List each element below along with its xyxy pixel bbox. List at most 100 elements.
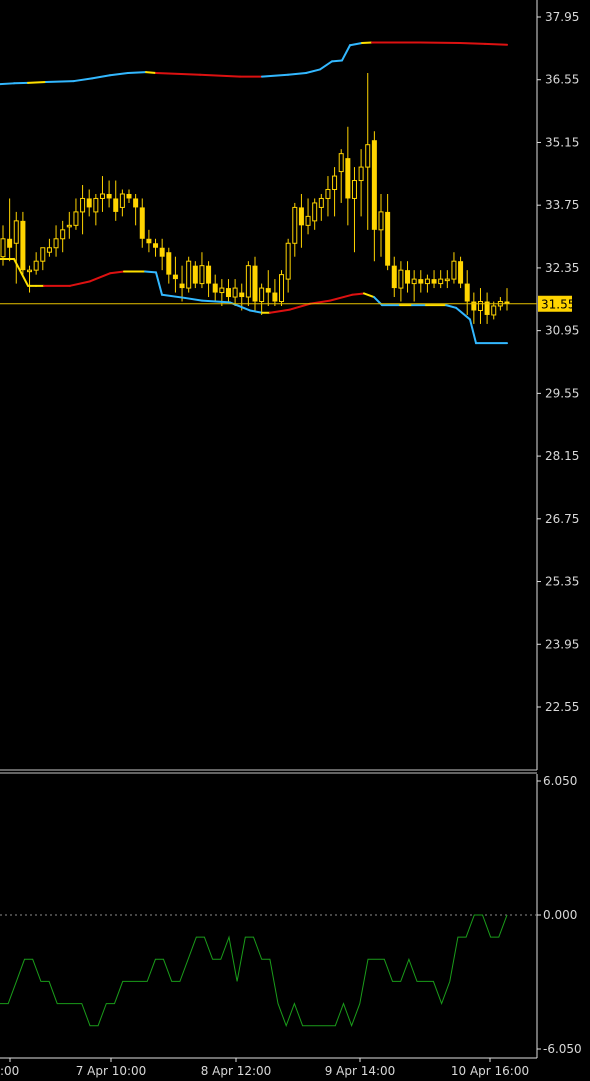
candle-body-bullish: [358, 166, 364, 182]
candle: [139, 198, 145, 248]
candle: [186, 256, 192, 293]
candle: [365, 73, 371, 230]
candle: [20, 211, 26, 275]
upper-band-segment: [349, 41, 363, 47]
candle-body-bullish: [33, 260, 39, 271]
candle: [378, 193, 384, 257]
lower-band-segment: [89, 272, 111, 283]
candle-body-bullish: [325, 189, 331, 199]
price-tick-label: 30.95: [545, 324, 579, 338]
candle-body-bearish: [7, 238, 13, 248]
candle: [471, 292, 477, 324]
candle: [40, 247, 46, 271]
upper-band-segment: [91, 74, 111, 80]
candle-body-bearish: [345, 158, 351, 199]
upper-band-segment: [331, 59, 343, 63]
candle-body-bearish: [146, 238, 152, 244]
candle-body-bullish: [444, 278, 450, 282]
candle-body-bearish: [471, 301, 477, 311]
candle: [458, 256, 464, 289]
candle: [438, 270, 444, 289]
chart-canvas: 37.95 36.55 35.15 33.75 32.35 30.95 29.55 28.15…: [0, 0, 582, 1078]
lower-band-segment: [445, 304, 457, 309]
candle-body-bullish: [186, 260, 192, 289]
candle: [159, 238, 165, 271]
candle: [371, 131, 377, 262]
price-tick-label: 33.75: [545, 198, 579, 212]
price-tick-label: 22.55: [545, 700, 579, 714]
candle: [206, 261, 212, 298]
upper-band-segment: [199, 73, 241, 78]
candle: [192, 261, 198, 289]
candle-body-bearish: [179, 283, 185, 289]
candle-body-bullish: [73, 211, 79, 226]
upper-band-segment: [484, 42, 508, 46]
price-tick-label: 26.75: [545, 512, 579, 526]
candle: [325, 176, 331, 217]
price-tick-label: 28.15: [545, 449, 579, 463]
candle: [106, 180, 112, 208]
candle-body-bearish: [265, 288, 271, 293]
candle: [86, 189, 92, 217]
candle: [73, 198, 79, 230]
candle: [398, 261, 404, 302]
candle-body-bullish: [245, 265, 251, 298]
candle-body-bearish: [159, 247, 165, 257]
candle-body-bullish: [60, 229, 66, 240]
candle: [66, 211, 72, 239]
candle: [405, 261, 411, 293]
candle: [345, 126, 351, 226]
candle: [133, 193, 139, 226]
candle: [444, 270, 450, 289]
lower-band-segment: [184, 296, 203, 302]
upper-band-segment: [459, 41, 486, 45]
lower-band-segment: [351, 292, 365, 296]
candle: [212, 274, 218, 302]
candle: [477, 288, 483, 324]
candle: [431, 270, 437, 289]
candle-body-bullish: [398, 269, 404, 289]
candle-body-bullish: [219, 287, 225, 294]
candle: [298, 193, 304, 248]
candle-body-bearish: [133, 198, 139, 208]
candle: [265, 270, 271, 306]
candle: [259, 283, 265, 315]
candle-body-bearish: [113, 198, 119, 212]
candle-body-bullish: [46, 247, 52, 253]
time-tick-label: :00: [0, 1064, 19, 1078]
upper-band-segment: [27, 80, 47, 84]
candle-body-bearish: [86, 198, 92, 208]
indicator-tick-label: -6.050: [543, 1042, 582, 1056]
lower-band-segment: [201, 299, 231, 304]
candle-body-bearish: [385, 211, 391, 266]
candle: [146, 229, 152, 253]
candle: [126, 189, 132, 203]
indicator-series-line: [0, 914, 508, 1028]
candle-body-bullish: [365, 144, 371, 168]
candle: [232, 279, 238, 306]
candle-body-bearish: [126, 193, 132, 199]
candle: [172, 256, 178, 293]
candle: [391, 256, 397, 298]
candle: [332, 167, 338, 217]
lower-band-segment: [69, 280, 91, 287]
candle-body-bullish: [312, 202, 318, 222]
lower-band-segment: [249, 309, 263, 314]
price-tick-label: 37.95: [545, 10, 579, 24]
candle: [358, 149, 364, 217]
candle-body-bullish: [259, 287, 265, 303]
candle-body-bullish: [491, 305, 497, 316]
price-tick-label: 36.55: [545, 73, 579, 87]
candle-body-bearish: [418, 279, 424, 284]
candle: [99, 176, 105, 212]
lower-band-segment: [469, 318, 477, 345]
candle-body-bullish: [378, 211, 384, 231]
price-tick-label: 35.15: [545, 135, 579, 149]
candle-body-bullish: [438, 278, 444, 285]
candle: [166, 247, 172, 284]
candle-body-bearish: [153, 243, 159, 248]
candle: [33, 252, 39, 275]
upper-band-segment: [0, 82, 15, 86]
candle-body-bullish: [305, 215, 311, 226]
candle-body-bearish: [464, 283, 470, 302]
